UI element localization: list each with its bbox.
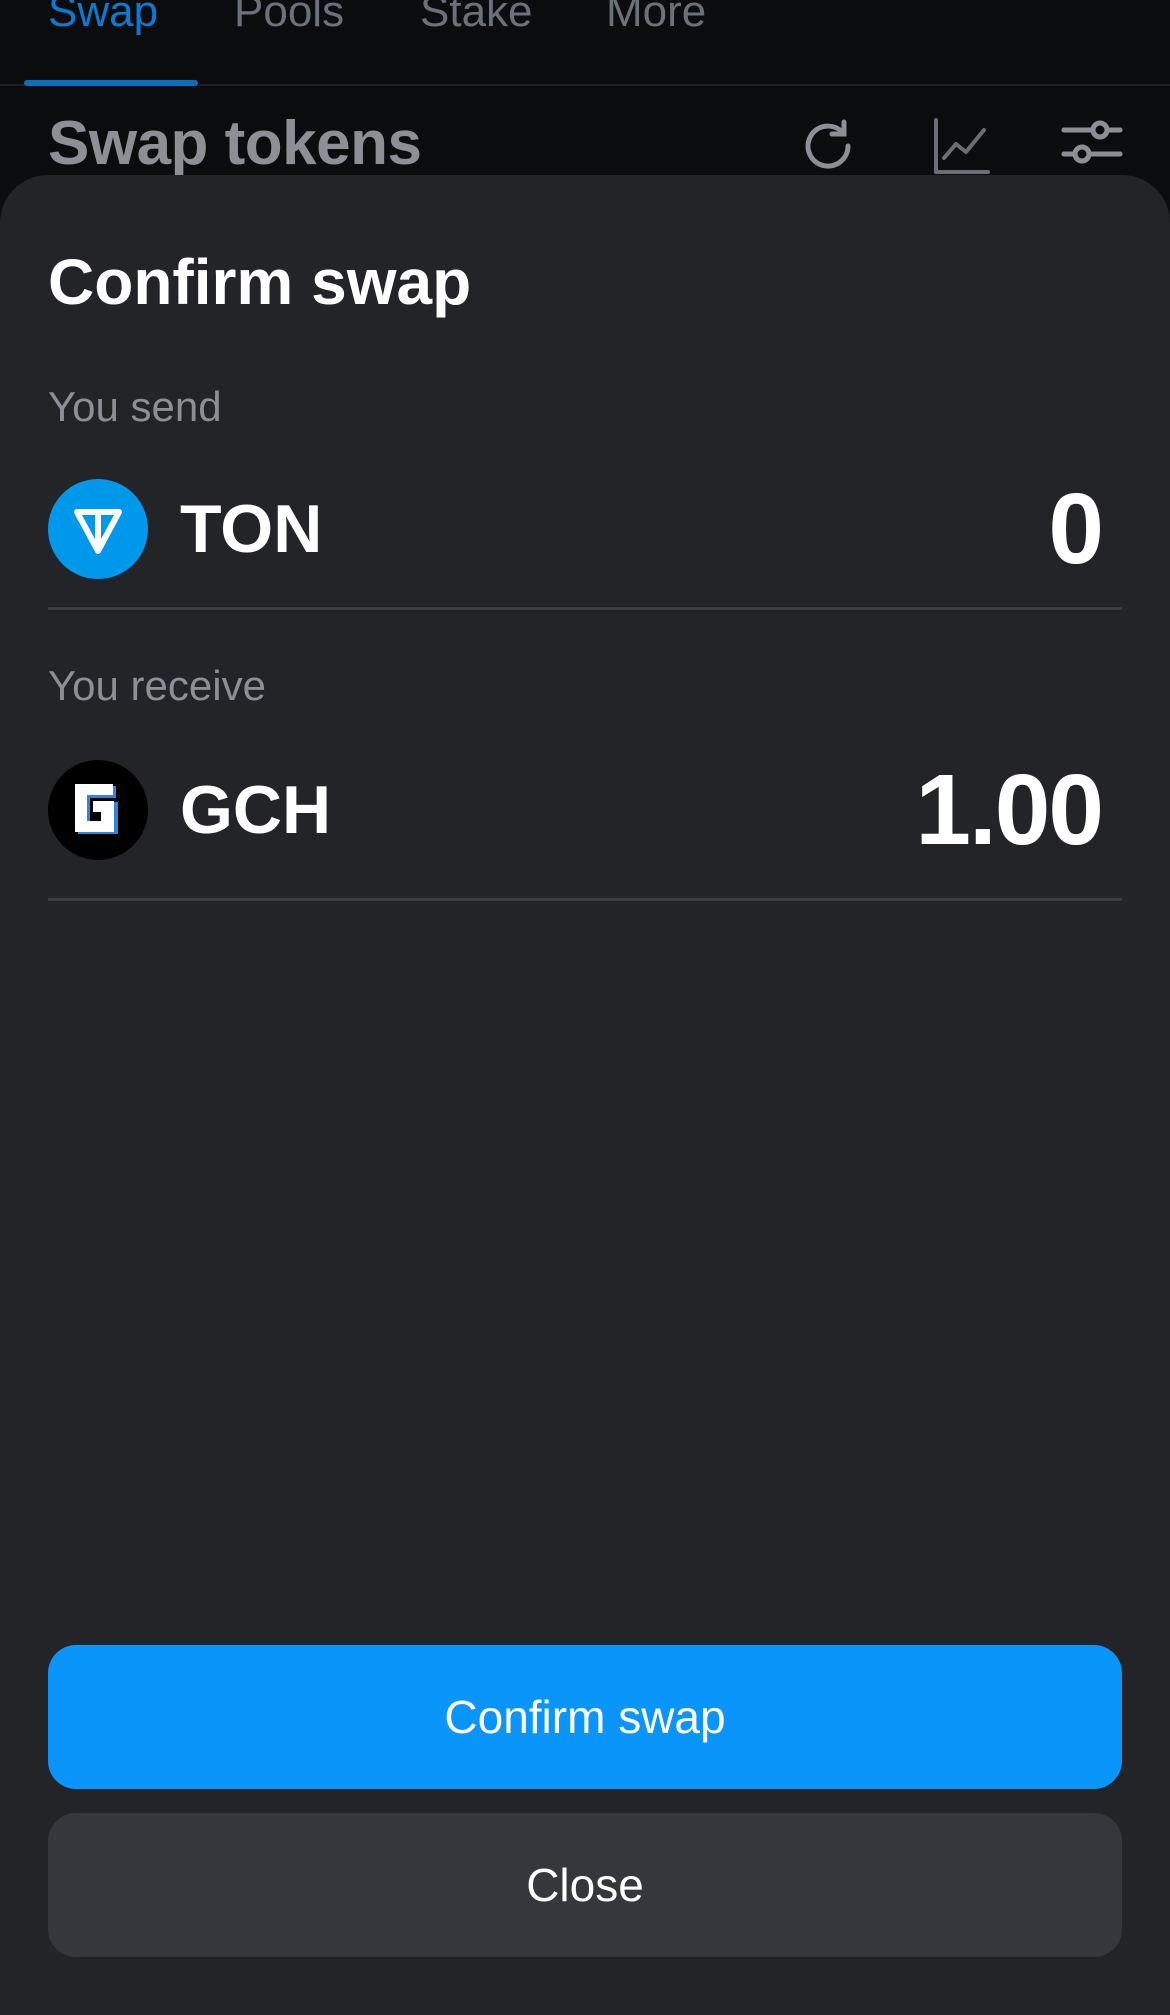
tab-stake[interactable]: Stake: [420, 0, 533, 40]
refresh-icon[interactable]: [796, 114, 860, 178]
confirm-swap-sheet: Confirm swap You send TON 0 You receive …: [0, 175, 1170, 2015]
active-tab-indicator: [24, 80, 198, 86]
sheet-title: Confirm swap: [48, 246, 472, 318]
close-button[interactable]: Close: [48, 1813, 1122, 1957]
tab-swap[interactable]: Swap: [48, 0, 158, 40]
tab-more[interactable]: More: [606, 0, 706, 40]
you-receive-label: You receive: [48, 662, 266, 709]
send-token-row: TON 0: [48, 473, 1122, 589]
gch-icon: [48, 760, 148, 860]
receive-token-row: GCH 1.00: [48, 754, 1122, 870]
receive-amount: 1.00: [915, 754, 1104, 866]
settings-sliders-icon[interactable]: [1060, 114, 1124, 178]
ton-icon: [48, 479, 148, 579]
you-send-label: You send: [48, 383, 222, 430]
send-divider: [48, 607, 1122, 610]
tab-pools[interactable]: Pools: [234, 0, 344, 40]
top-nav: Swap Pools Stake More: [0, 0, 1170, 86]
send-token-symbol: TON: [180, 491, 323, 567]
chart-icon[interactable]: [928, 114, 992, 178]
confirm-swap-button[interactable]: Confirm swap: [48, 1645, 1122, 1789]
receive-token-symbol: GCH: [180, 772, 332, 848]
page-title: Swap tokens: [48, 109, 422, 178]
receive-divider: [48, 898, 1122, 901]
send-amount: 0: [1048, 473, 1104, 585]
